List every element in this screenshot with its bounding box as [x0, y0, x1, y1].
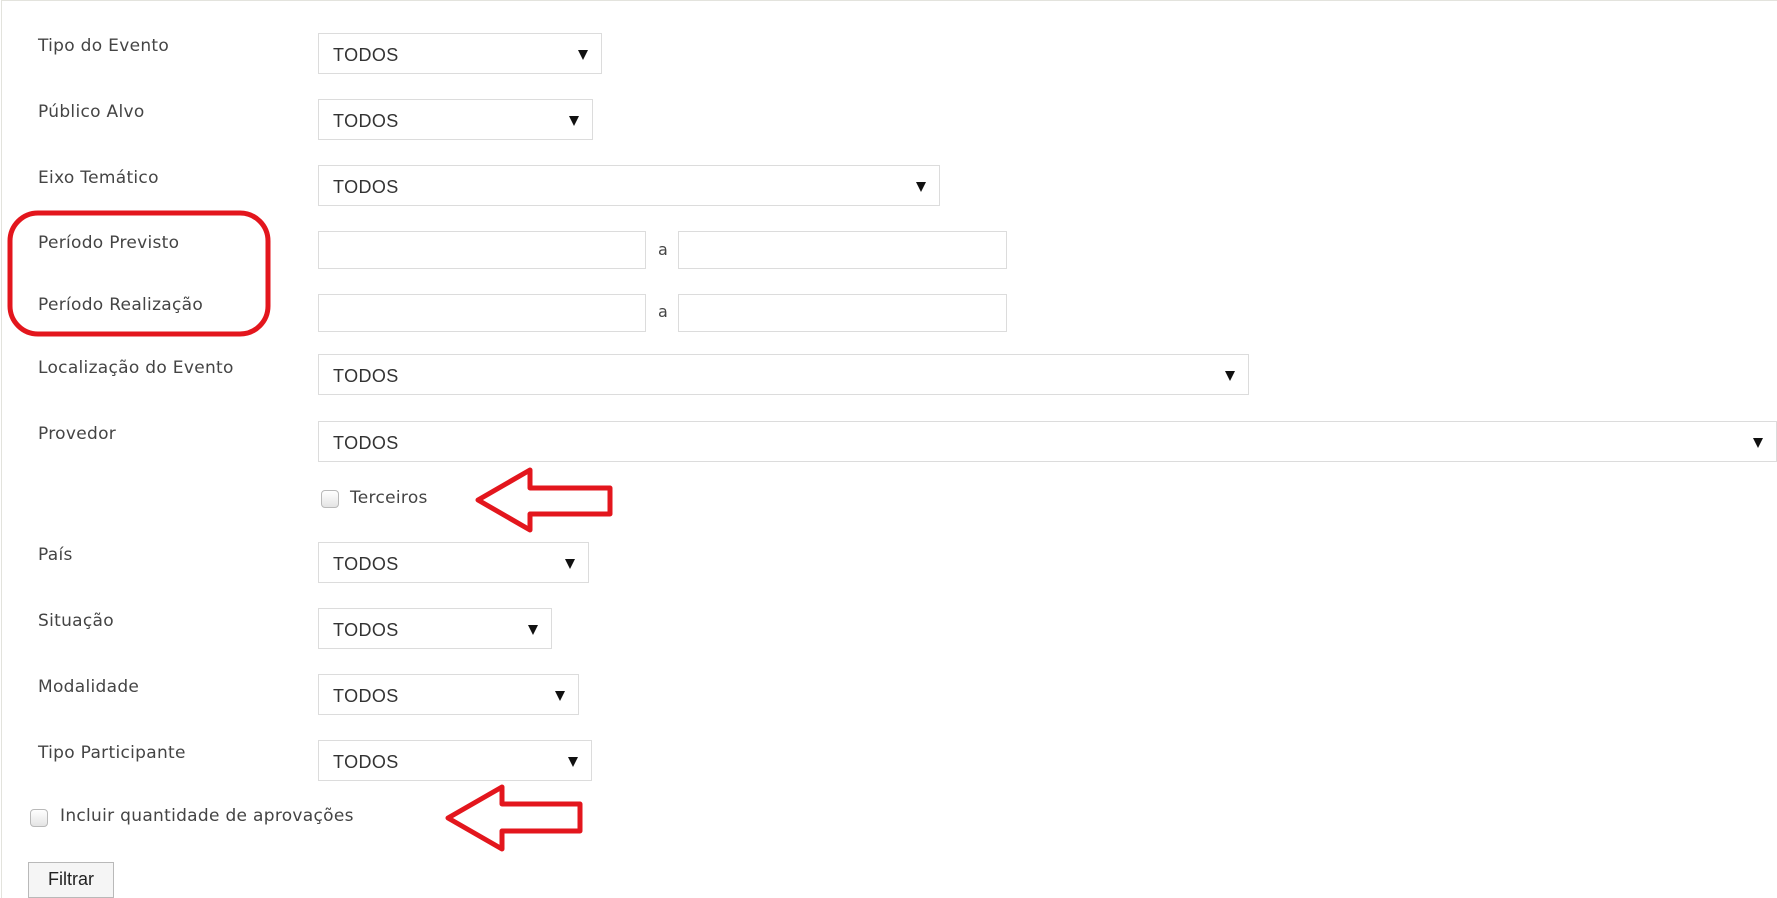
annotation-overlay — [7, 210, 613, 852]
arrow-icon — [445, 784, 583, 852]
arrow-icon — [475, 467, 613, 533]
filter-form: Tipo do Evento TODOS Público Alvo TODOS … — [0, 0, 1777, 898]
highlight-box — [7, 210, 271, 337]
